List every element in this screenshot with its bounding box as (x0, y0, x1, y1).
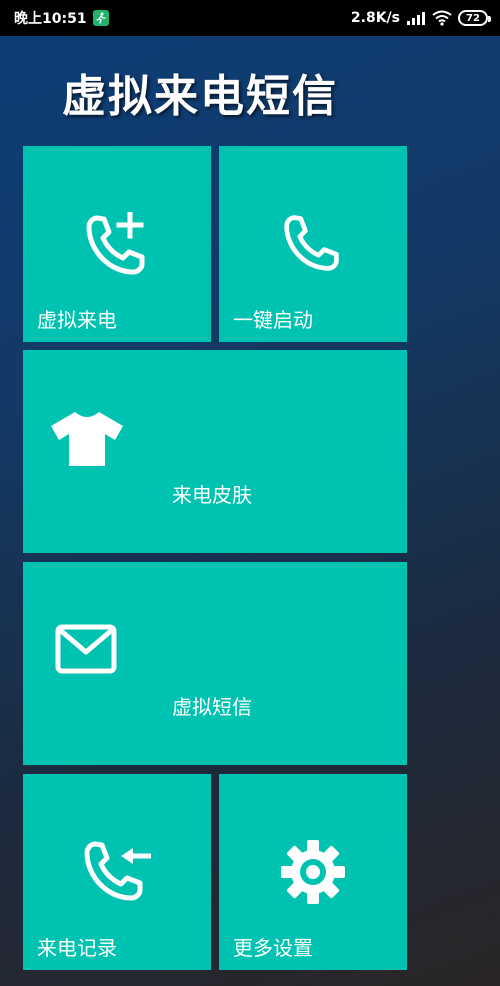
tile-call-skin[interactable]: 来电皮肤 (23, 350, 407, 553)
phone-add-icon (86, 212, 145, 275)
tile-label: 虚拟短信 (172, 695, 252, 719)
battery-icon: 72 (458, 10, 491, 26)
signal-icon (407, 12, 425, 25)
phone-icon (284, 215, 339, 271)
tile-fake-call[interactable]: 虚拟来电 (23, 146, 211, 342)
gear-icon (281, 840, 345, 904)
wifi-icon (432, 10, 452, 26)
status-right: 2.8K/s 72 (350, 10, 491, 26)
battery-level: 72 (466, 12, 480, 24)
tshirt-icon (51, 412, 123, 466)
tile-one-click-start[interactable]: 一键启动 (219, 146, 407, 342)
run-icon (92, 10, 109, 26)
status-left: 晚上10:51 (14, 8, 109, 28)
tile-more-settings[interactable]: 更多设置 (219, 774, 407, 970)
network-speed: 2.8K/s (350, 10, 400, 26)
tile-label: 来电记录 (37, 936, 117, 960)
tile-fake-sms[interactable]: 虚拟短信 (23, 562, 407, 765)
tile-label: 虚拟来电 (37, 308, 117, 332)
tile-label: 一键启动 (233, 308, 313, 332)
phone-incoming-icon (84, 841, 151, 901)
app-title: 虚拟来电短信 (62, 71, 338, 122)
tile-label: 更多设置 (233, 936, 313, 960)
status-time: 晚上10:51 (14, 11, 87, 27)
tile-call-records[interactable]: 来电记录 (23, 774, 211, 970)
status-bar: 晚上10:51 2.8K/s 72 (0, 0, 500, 36)
envelope-icon (55, 624, 117, 674)
tile-label: 来电皮肤 (172, 483, 252, 507)
